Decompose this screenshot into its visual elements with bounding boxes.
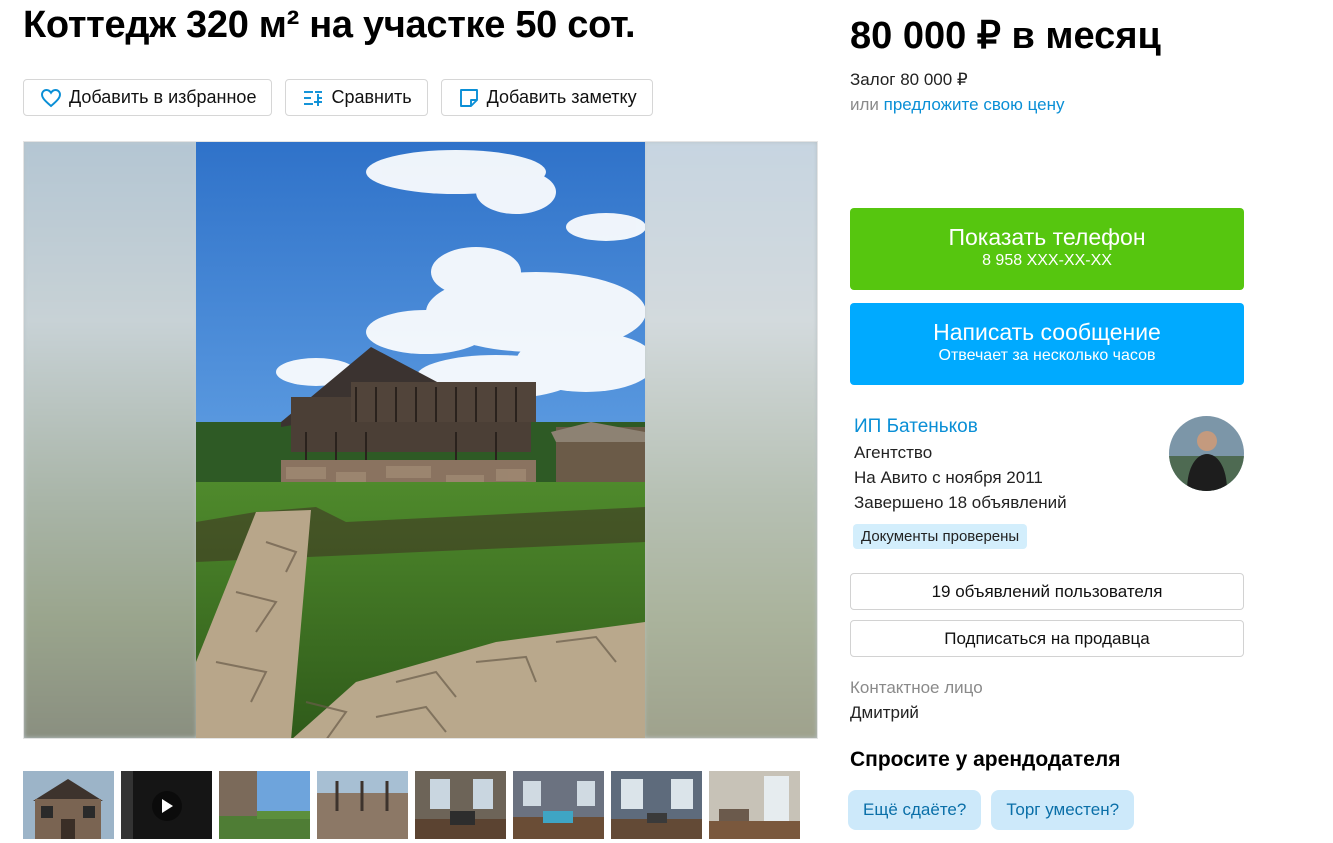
listing-actions: Добавить в избранное Сравнить Добавить з… bbox=[23, 79, 653, 116]
ask-landlord-title: Спросите у арендодателя bbox=[850, 748, 1121, 771]
response-time: Отвечает за несколько часов bbox=[938, 347, 1156, 364]
main-photo-gallery[interactable] bbox=[23, 141, 818, 739]
seller-name-link[interactable]: ИП Батеньков bbox=[854, 416, 978, 438]
thumbnail[interactable] bbox=[709, 771, 800, 839]
note-icon bbox=[458, 87, 480, 109]
listing-title: Коттедж 320 м² на участке 50 сот. bbox=[23, 4, 636, 46]
video-thumbnail[interactable] bbox=[121, 771, 212, 839]
gallery-blur-right bbox=[644, 142, 817, 738]
write-message-title: Написать сообщение bbox=[933, 319, 1161, 345]
user-listings-button[interactable]: 19 объявлений пользователя bbox=[850, 573, 1244, 610]
deposit: Залог 80 000 ₽ bbox=[850, 70, 968, 89]
thumbnail-strip bbox=[23, 771, 800, 839]
offer-price-link[interactable]: предложите свою цену bbox=[884, 95, 1065, 114]
compare-icon bbox=[302, 87, 324, 109]
thumbnail[interactable] bbox=[23, 771, 114, 839]
main-photo-house bbox=[196, 142, 645, 738]
write-message-button[interactable]: Написать сообщение Отвечает за несколько… bbox=[850, 303, 1244, 385]
question-chip[interactable]: Ещё сдаёте? bbox=[848, 790, 982, 830]
add-note-button[interactable]: Добавить заметку bbox=[440, 79, 653, 116]
seller-completed: Завершено 18 объявлений bbox=[854, 493, 1067, 512]
thumbnail[interactable] bbox=[219, 771, 310, 839]
question-chip[interactable]: Торг уместен? bbox=[991, 790, 1135, 830]
favorite-label: Добавить в избранное bbox=[69, 87, 257, 107]
thumbnail[interactable] bbox=[513, 771, 604, 839]
thumbnail[interactable] bbox=[611, 771, 702, 839]
play-icon bbox=[152, 791, 182, 821]
price: 80 000 ₽ в месяц bbox=[850, 15, 1161, 57]
phone-number: 8 958 XXX-XX-XX bbox=[982, 252, 1112, 269]
offer-line: или предложите свою цену bbox=[850, 95, 1064, 115]
compare-label: Сравнить bbox=[331, 87, 412, 107]
gallery-blur-left bbox=[24, 142, 197, 738]
seller-type: Агентство bbox=[854, 443, 933, 462]
contact-person-label: Контактное лицо bbox=[850, 678, 983, 697]
compare-button[interactable]: Сравнить bbox=[285, 79, 428, 116]
offer-prefix: или bbox=[850, 95, 884, 114]
quick-questions: Ещё сдаёте? Торг уместен? bbox=[848, 790, 1135, 830]
heart-icon bbox=[40, 87, 62, 109]
note-label: Добавить заметку bbox=[486, 87, 637, 107]
contact-person-name: Дмитрий bbox=[850, 703, 919, 722]
seller-since: На Авито с ноября 2011 bbox=[854, 468, 1043, 487]
thumbnail[interactable] bbox=[317, 771, 408, 839]
thumbnail[interactable] bbox=[415, 771, 506, 839]
documents-verified-badge: Документы проверены bbox=[853, 524, 1028, 549]
show-phone-button[interactable]: Показать телефон 8 958 XXX-XX-XX bbox=[850, 208, 1244, 290]
show-phone-title: Показать телефон bbox=[948, 224, 1146, 250]
seller-avatar[interactable] bbox=[1169, 416, 1244, 491]
subscribe-seller-button[interactable]: Подписаться на продавца bbox=[850, 620, 1244, 657]
add-to-favorites-button[interactable]: Добавить в избранное bbox=[23, 79, 273, 116]
